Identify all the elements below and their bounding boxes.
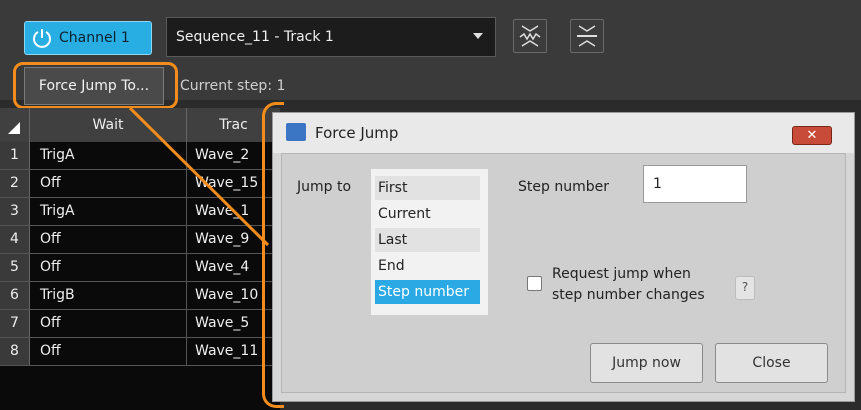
list-item-first[interactable]: First: [375, 176, 480, 200]
step-number-input[interactable]: 1: [643, 165, 747, 203]
request-jump-label-line1: Request jump when: [552, 266, 691, 282]
jump-now-button[interactable]: Jump now: [590, 343, 703, 383]
step-number-label: Step number: [518, 179, 609, 195]
list-item-last[interactable]: Last: [375, 228, 480, 252]
dialog-callout: [262, 102, 284, 408]
dialog-titlebar[interactable]: Force Jump ✕: [273, 113, 854, 153]
close-button[interactable]: Close: [715, 343, 828, 383]
request-jump-label[interactable]: Request jump when step number changes: [552, 264, 722, 306]
jump-to-label: Jump to: [297, 179, 352, 195]
list-item-step-number[interactable]: Step number: [375, 280, 480, 304]
jump-target-list[interactable]: First Current Last End Step number: [371, 169, 488, 315]
force-jump-dialog: Force Jump ✕ Jump to First Current Last …: [272, 112, 855, 402]
close-icon[interactable]: ✕: [792, 126, 832, 145]
dialog-app-icon: [286, 123, 306, 141]
help-icon[interactable]: ?: [735, 276, 755, 300]
list-item-end[interactable]: End: [375, 254, 480, 278]
list-item-current[interactable]: Current: [375, 202, 480, 226]
request-jump-checkbox[interactable]: [527, 276, 542, 291]
request-jump-label-line2: step number changes: [552, 287, 705, 303]
dialog-title: Force Jump: [315, 124, 399, 142]
